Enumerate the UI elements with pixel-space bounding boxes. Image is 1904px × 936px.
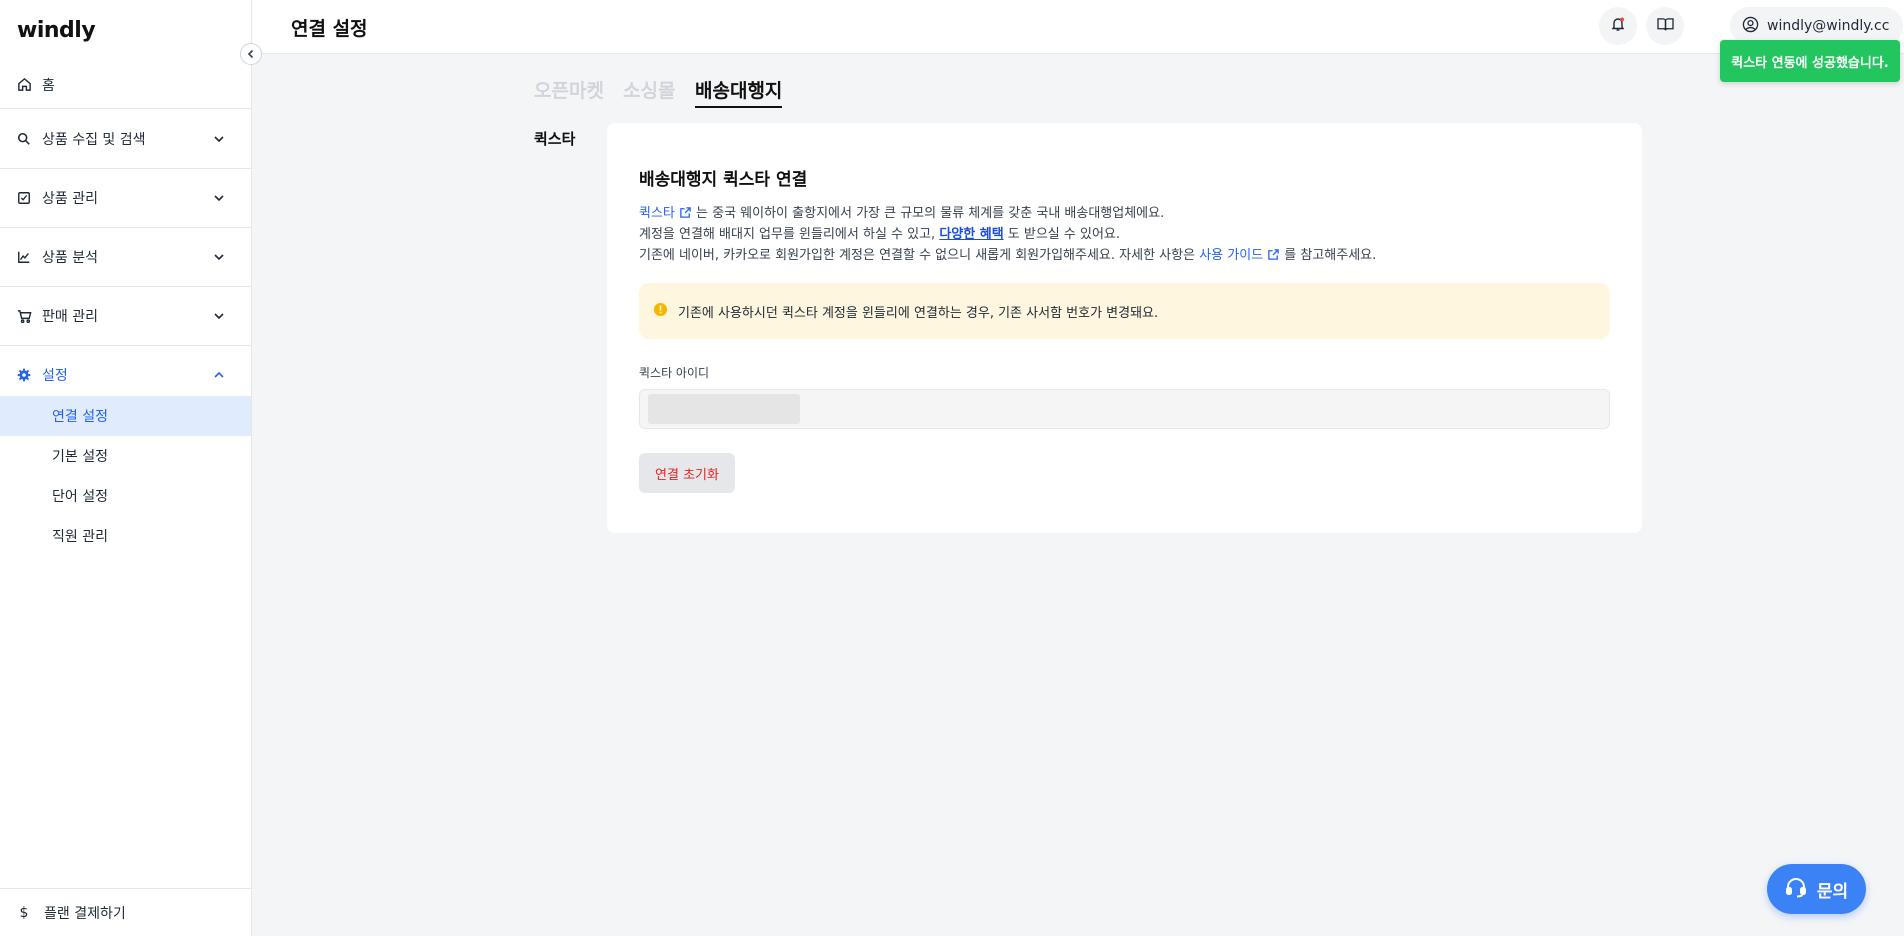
plan-payment-link[interactable]: $ 플랜 결제하기 bbox=[0, 888, 251, 936]
sidebar-subitem-staff[interactable]: 직원 관리 bbox=[0, 516, 251, 556]
tab-shipping-agent[interactable]: 배송대행지 bbox=[695, 76, 783, 108]
sidebar-subitem-connection[interactable]: 연결 설정 bbox=[0, 396, 251, 436]
external-link-icon bbox=[679, 205, 692, 226]
search-icon bbox=[16, 131, 32, 147]
chevron-down-icon bbox=[211, 249, 227, 265]
divider bbox=[0, 108, 251, 109]
chevron-up-icon bbox=[211, 367, 227, 383]
page-title: 연결 설정 bbox=[291, 18, 368, 40]
chevron-down-icon bbox=[211, 190, 227, 206]
cart-icon bbox=[16, 308, 32, 324]
description-line-3: 기존에 네이버, 카카오로 회원가입한 계정은 연결할 수 없으니 새롭게 회원… bbox=[639, 245, 1619, 268]
dollar-icon: $ bbox=[19, 904, 29, 921]
reset-connection-button[interactable]: 연결 초기화 bbox=[639, 453, 735, 493]
gear-icon bbox=[16, 367, 32, 383]
quickstar-id-field bbox=[639, 389, 1610, 429]
masked-id-value bbox=[648, 394, 800, 424]
chevron-down-icon bbox=[211, 308, 227, 324]
sidebar-item-home[interactable]: 홈 bbox=[0, 62, 251, 107]
usage-guide-link[interactable]: 사용 가이드 bbox=[1199, 248, 1280, 263]
inquiry-button[interactable]: 문의 bbox=[1767, 864, 1866, 914]
plan-label: 플랜 결제하기 bbox=[44, 905, 126, 922]
top-header: 연결 설정 windly@windly.cc bbox=[252, 0, 1904, 54]
section-label: 퀵스타 bbox=[534, 130, 576, 148]
tab-open-market[interactable]: 오픈마켓 bbox=[534, 76, 604, 103]
card-title: 배송대행지 퀵스타 연결 bbox=[639, 170, 808, 190]
warning-icon bbox=[653, 302, 668, 321]
chevron-down-icon bbox=[211, 131, 227, 147]
sidebar-item-product-analysis[interactable]: 상품 분석 bbox=[0, 228, 251, 286]
sidebar-item-label: 상품 분석 bbox=[42, 250, 98, 266]
bell-icon bbox=[1610, 16, 1626, 36]
sidebar-item-label: 홈 bbox=[42, 77, 55, 94]
tab-sourcing-mall[interactable]: 소싱몰 bbox=[623, 76, 675, 103]
warning-alert: 기존에 사용하시던 퀵스타 계정을 윈들리에 연결하는 경우, 기존 사서함 번… bbox=[639, 283, 1610, 339]
logo[interactable]: windly bbox=[17, 18, 96, 43]
inquiry-label: 문의 bbox=[1816, 881, 1849, 902]
chart-line-icon bbox=[16, 249, 32, 265]
book-icon bbox=[1656, 17, 1674, 36]
user-email: windly@windly.cc bbox=[1767, 18, 1890, 34]
headset-icon bbox=[1785, 876, 1807, 903]
success-toast: 퀵스타 연동에 성공했습니다. bbox=[1720, 40, 1900, 82]
description-line-2: 계정을 연결해 배대지 업무를 윈들리에서 하실 수 있고, 다양한 혜택 도 … bbox=[639, 227, 1121, 242]
sidebar-subitem-words[interactable]: 단어 설정 bbox=[0, 476, 251, 516]
quickstar-id-label: 퀵스타 아이디 bbox=[639, 366, 710, 380]
alert-text: 기존에 사용하시던 퀵스타 계정을 윈들리에 연결하는 경우, 기존 사서함 번… bbox=[678, 305, 1159, 321]
sidebar-collapse-button[interactable] bbox=[240, 43, 262, 65]
quickstar-link[interactable]: 퀵스타 bbox=[639, 206, 692, 221]
sidebar-item-collect-search[interactable]: 상품 수집 및 검색 bbox=[0, 110, 251, 168]
sidebar-item-product-manage[interactable]: 상품 관리 bbox=[0, 169, 251, 227]
home-icon bbox=[16, 77, 32, 93]
notifications-button[interactable] bbox=[1599, 7, 1637, 45]
sidebar-item-label: 설정 bbox=[42, 368, 68, 384]
user-circle-icon bbox=[1742, 16, 1759, 37]
sidebar-subitem-basic[interactable]: 기본 설정 bbox=[0, 436, 251, 476]
description-line-1: 퀵스타 는 중국 웨이하이 출항지에서 가장 큰 규모의 물류 체계를 갖춘 국… bbox=[639, 203, 1619, 226]
benefits-link[interactable]: 다양한 혜택 bbox=[939, 227, 1003, 242]
connection-card: 배송대행지 퀵스타 연결 퀵스타 는 중국 웨이하이 출항지에서 가장 큰 규모… bbox=[607, 123, 1642, 533]
sidebar-item-label: 상품 관리 bbox=[42, 191, 98, 207]
sidebar-item-sales-manage[interactable]: 판매 관리 bbox=[0, 287, 251, 345]
external-link-icon bbox=[1267, 247, 1280, 268]
guide-book-button[interactable] bbox=[1646, 7, 1684, 45]
sidebar-item-label: 상품 수집 및 검색 bbox=[42, 132, 146, 148]
sidebar-item-label: 판매 관리 bbox=[42, 309, 98, 325]
sidebar: windly 홈 상품 수집 및 검색 상품 관리 상품 분석 판매 관리 설정… bbox=[0, 0, 252, 936]
checkbox-icon bbox=[16, 190, 32, 206]
